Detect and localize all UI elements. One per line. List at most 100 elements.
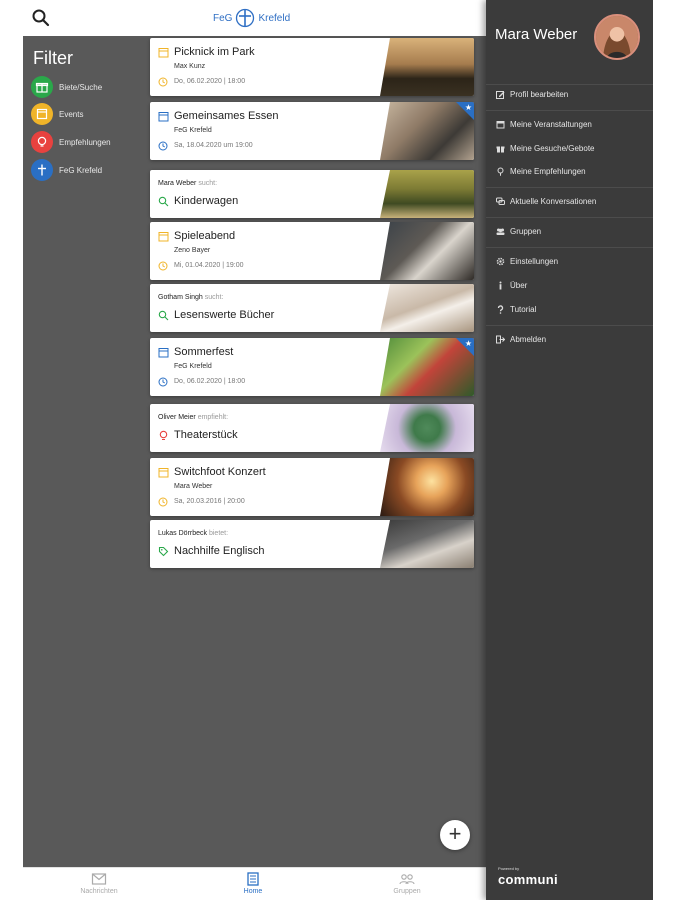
menu-meine-veranstaltungen[interactable]: Meine Veranstaltungen [496, 120, 592, 129]
gift-icon [31, 76, 53, 98]
cross-icon [236, 8, 255, 28]
menu-label: Profil bearbeiten [510, 90, 569, 99]
tag-icon [158, 546, 169, 557]
feed-card-event[interactable]: Sommerfest FeG Krefeld Do, 06.02.2020 | … [150, 338, 474, 396]
card-user: Oliver Meier [158, 414, 196, 421]
search-icon [158, 310, 169, 321]
divider [486, 217, 653, 218]
menu-tutorial[interactable]: Tutorial [496, 305, 536, 314]
divider [486, 84, 653, 85]
feed-card-event[interactable]: Switchfoot Konzert Mara Weber Sa, 20.03.… [150, 458, 474, 516]
menu-label: Einstellungen [510, 257, 559, 266]
menu-abmelden[interactable]: Abmelden [496, 335, 546, 344]
logout-icon [496, 335, 505, 344]
card-title: Lesenswerte Bücher [174, 309, 275, 321]
menu-label: Abmelden [510, 335, 547, 344]
calendar-icon [158, 348, 169, 358]
logo-text-left: FeG [213, 12, 233, 24]
card-who: Mara Weber sucht: [158, 180, 217, 187]
card-image [380, 520, 474, 568]
feed-card-event[interactable]: Picknick im Park Max Kunz Do, 06.02.2020… [150, 38, 474, 96]
feed-card-offer[interactable]: Mara Weber sucht: Kinderwagen [150, 170, 474, 218]
feed-card-offer[interactable]: Gotham Singh sucht: Lesenswerte Bücher [150, 284, 474, 332]
menu-label: Gruppen [510, 227, 542, 236]
card-author: Max Kunz [174, 63, 206, 70]
feed-card-event[interactable]: Spieleabend Zeno Bayer Mi, 01.04.2020 | … [150, 222, 474, 280]
menu-gruppen[interactable]: Gruppen [496, 227, 541, 236]
calendar-icon [158, 468, 169, 478]
filter-item-biete-suche[interactable]: Biete/Suche [31, 76, 102, 98]
nav-label: Home [243, 888, 263, 895]
card-who: Gotham Singh sucht: [158, 294, 223, 301]
card-verb: bietet: [208, 530, 229, 537]
lightbulb-icon [31, 131, 53, 153]
menu-aktuelle-konversationen[interactable]: Aktuelle Konversationen [496, 197, 596, 206]
divider [486, 325, 653, 326]
menu-ueber[interactable]: Über [496, 281, 527, 290]
nav-label: Nachrichten [80, 888, 118, 895]
card-image [380, 38, 474, 96]
card-user: Gotham Singh [158, 294, 203, 301]
church-logo: FeG Krefeld [213, 8, 290, 28]
card-image [380, 338, 474, 396]
menu-meine-empfehlungen[interactable]: Meine Empfehlungen [496, 167, 586, 176]
feed-card-offer[interactable]: Oliver Meier empfiehlt: Theaterstück [150, 404, 474, 452]
nav-home[interactable]: Home [213, 872, 293, 895]
filter-label: Biete/Suche [59, 82, 103, 92]
clock-icon [158, 141, 168, 151]
nav-nachrichten[interactable]: Nachrichten [59, 872, 139, 895]
card-user: Mara Weber [158, 180, 197, 187]
menu-profil-bearbeiten[interactable]: Profil bearbeiten [496, 90, 568, 99]
gear-icon [496, 257, 505, 266]
edit-icon [496, 91, 505, 99]
bottom-navigation: Nachrichten Home Gruppen [23, 867, 486, 900]
gift-icon [496, 146, 505, 153]
menu-label: Meine Empfehlungen [510, 167, 586, 176]
powered-by-label: Powered by [498, 866, 520, 871]
card-author: Mara Weber [174, 483, 213, 490]
filter-label: Empfehlungen [59, 137, 111, 147]
menu-label: Tutorial [510, 305, 537, 314]
calendar-icon [158, 48, 169, 58]
star-icon: ★ [464, 339, 472, 348]
card-image [380, 170, 474, 218]
menu-label: Aktuelle Konversationen [510, 197, 597, 206]
filter-title: Filter [33, 48, 73, 68]
app-window: FeG Krefeld Filter Biete/Suche Events Em… [23, 0, 653, 900]
menu-einstellungen[interactable]: Einstellungen [496, 257, 558, 266]
add-button[interactable]: + [440, 820, 470, 850]
card-verb: sucht: [204, 294, 224, 301]
divider [486, 110, 653, 111]
card-verb: sucht: [198, 180, 218, 187]
group-icon [496, 228, 505, 235]
mail-icon [91, 873, 107, 885]
card-user: Lukas Dörrbeck [158, 530, 208, 537]
clock-icon [158, 261, 168, 271]
side-drawer: Mara Weber Profil bearbeiten Meine Veran… [486, 0, 653, 900]
feed-card-event[interactable]: Gemeinsames Essen FeG Krefeld Sa, 18.04.… [150, 102, 474, 160]
filter-item-feg-krefeld[interactable]: FeG Krefeld [31, 159, 102, 181]
calendar-icon [158, 112, 169, 122]
card-title: Gemeinsames Essen [174, 110, 279, 122]
nav-gruppen[interactable]: Gruppen [367, 872, 447, 895]
menu-meine-gesuche-gebote[interactable]: Meine Gesuche/Gebote [496, 144, 595, 153]
card-image [380, 404, 474, 452]
nav-label: Gruppen [393, 888, 421, 895]
search-icon [158, 196, 169, 207]
filter-item-events[interactable]: Events [31, 103, 83, 125]
pin-icon [497, 167, 504, 176]
filter-item-empfehlungen[interactable]: Empfehlungen [31, 131, 111, 153]
search-icon[interactable] [31, 8, 51, 28]
calendar-icon [31, 103, 53, 125]
brand-name: communi [498, 872, 558, 887]
card-author: Zeno Bayer [174, 247, 211, 254]
feed-card-offer[interactable]: Lukas Dörrbeck bietet: Nachhilfe Englisc… [150, 520, 474, 568]
card-date: Sa, 18.04.2020 um 19:00 [174, 142, 253, 149]
clock-icon [158, 497, 168, 507]
avatar[interactable] [594, 14, 640, 60]
card-date: Sa, 20.03.2016 | 20:00 [174, 498, 245, 505]
top-bar: FeG Krefeld [23, 0, 486, 36]
lightbulb-icon [159, 430, 168, 441]
divider [486, 247, 653, 248]
filter-label: FeG Krefeld [59, 165, 103, 175]
